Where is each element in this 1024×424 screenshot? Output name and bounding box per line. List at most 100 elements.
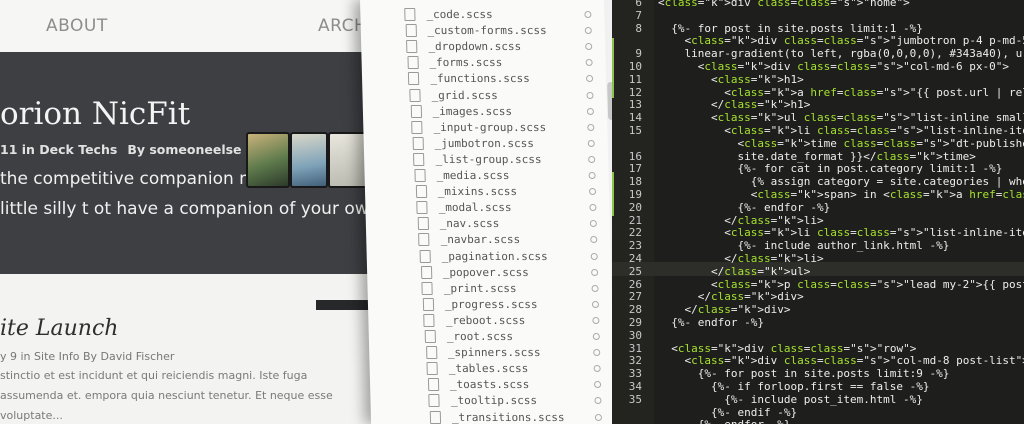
file-name: _forms.scss (429, 56, 503, 70)
code-line[interactable]: <class="k">div class=class="s">"col-md-8… (658, 354, 1024, 367)
file-name: _media.scss (436, 169, 510, 182)
code-line[interactable]: {%- endfor -%} (658, 201, 830, 214)
code-line[interactable]: </class="k">h1> (658, 98, 810, 111)
file-tree-item[interactable]: _input-group.scss (363, 119, 625, 136)
file-name: _nav.scss (439, 217, 500, 231)
file-tree-item[interactable]: _spinners.scss (369, 344, 631, 361)
file-tree-sidebar: _code.scss _custom-forms.scss _dropdown.sc… (360, 0, 634, 424)
file-tree-item[interactable]: _progress.scss (368, 296, 630, 313)
file-tree-item[interactable]: _forms.scss (361, 54, 623, 71)
file-name: _tooltip.scss (450, 394, 538, 408)
code-line[interactable]: <class="k">div class=class="s">"col-md-6… (658, 60, 1009, 73)
file-tree-item[interactable]: _dropdown.scss (361, 38, 623, 55)
code-line[interactable]: {%- endif -%} (658, 406, 797, 419)
file-icon (413, 152, 425, 166)
file-tree-item[interactable]: _transitions.scss (371, 409, 633, 424)
file-icon (418, 233, 430, 247)
code-line[interactable]: <class="k">span> in <class="k">a href=cl… (658, 188, 1024, 201)
code-line[interactable]: <class="k">li class=class="s">"list-inli… (658, 226, 1024, 239)
code-line[interactable]: <class="k">p class=class="s">"lead my-2"… (658, 278, 1024, 291)
file-status-dot (594, 397, 602, 405)
file-icon (410, 104, 422, 118)
code-line[interactable]: {%- for post in site.posts limit:1 -%} (658, 22, 923, 35)
featured-post-author[interactable]: By someoneelse (127, 142, 241, 157)
code-line[interactable]: <class="k">h1> (658, 73, 804, 86)
code-line[interactable]: {%- endfor -%} (658, 418, 791, 424)
code-line[interactable]: <class="k">div class=class="s">"jumbotro… (658, 34, 1024, 47)
code-line[interactable]: <class="k">ul class=class="s">"list-inli… (658, 111, 1024, 124)
file-name: _custom-forms.scss (427, 24, 547, 38)
code-line[interactable]: <class="k">div class=class="s">"home"> (658, 0, 910, 9)
code-line[interactable]: </class="k">div> (658, 290, 804, 303)
file-status-dot (590, 252, 598, 260)
code-line[interactable]: {%- for cat in post.category limit:1 -%} (658, 162, 1002, 175)
file-tree-item[interactable]: _print.scss (367, 280, 629, 297)
line-number: 16 (628, 149, 642, 163)
file-tree-item[interactable]: _jumbotron.scss (364, 135, 626, 152)
file-icon (409, 88, 421, 102)
file-tree-item[interactable]: _functions.scss (362, 70, 624, 87)
file-tree-item[interactable]: _code.scss (360, 6, 622, 23)
file-tree-item[interactable]: _pagination.scss (366, 248, 628, 265)
code-line[interactable]: </class="k">div> (658, 303, 790, 316)
code-line[interactable]: {%- include author_link.html -%} (658, 239, 949, 252)
file-name: _mixins.scss (437, 185, 518, 199)
file-tree-item[interactable]: _tooltip.scss (370, 392, 632, 409)
file-tree-item[interactable]: _custom-forms.scss (361, 22, 623, 39)
code-line[interactable]: <class="k">li class=class="s">"list-inli… (658, 124, 1024, 137)
file-tree-item[interactable]: _grid.scss (362, 87, 624, 104)
code-line[interactable]: </class="k">ul> (658, 265, 810, 278)
code-line[interactable]: <class="k">time class=class="s">"dt-publ… (658, 137, 1024, 150)
file-tree-item[interactable]: _reboot.scss (368, 312, 630, 329)
line-number: 12 (628, 85, 642, 99)
file-status-dot (591, 300, 600, 308)
file-tree-item[interactable]: _tables.scss (369, 360, 631, 377)
file-tree-item[interactable]: _images.scss (363, 103, 625, 120)
file-name: _toasts.scss (449, 378, 530, 392)
line-number: 27 (628, 290, 642, 304)
code-line[interactable]: linear-gradient(to left, rgba(0,0,0,0), … (658, 47, 1024, 60)
file-tree-item[interactable]: _nav.scss (366, 215, 628, 232)
line-number: 8 (635, 21, 642, 35)
file-tree-item[interactable]: _media.scss (364, 167, 626, 184)
file-name: _pagination.scss (441, 249, 548, 263)
file-tree-item[interactable]: _list-group.scss (364, 151, 626, 168)
file-status-dot (587, 139, 595, 147)
code-line[interactable]: <class="k">a href=class="s">"{{ post.url… (658, 86, 1024, 99)
code-line[interactable]: <class="k">div class=class="s">"row"> (658, 342, 916, 355)
line-number: 18 (628, 175, 642, 189)
file-icon (428, 394, 441, 408)
file-status-dot (588, 172, 596, 179)
code-line[interactable]: {%- endfor -%} (658, 316, 764, 329)
code-line[interactable]: </class="k">li> (658, 252, 823, 265)
code-line[interactable]: {% assign category = site.categories | w… (658, 175, 1024, 188)
code-line[interactable]: {%- include post_item.html -%} (658, 393, 923, 406)
file-tree-item[interactable]: _popover.scss (367, 264, 629, 281)
line-number: 29 (628, 316, 642, 329)
file-tree-item[interactable]: _navbar.scss (366, 231, 628, 248)
file-tree-item[interactable]: _toasts.scss (370, 376, 632, 393)
featured-post-meta: 11 in Deck Techs By someoneelse (0, 142, 242, 157)
post-title[interactable]: ite Launch (0, 316, 118, 341)
code-line[interactable]: site.date_format }}</class="k">time> (658, 150, 975, 163)
git-change-marker (612, 38, 614, 98)
file-name: _dropdown.scss (428, 40, 522, 54)
code-editor[interactable]: 6 7 8 9 10 11 12 13 14 15 16 17 18 19 20 21 22 23 24 25 26 27… (612, 0, 1024, 424)
file-icon (411, 120, 423, 134)
nav-link-about[interactable]: ABOUT (46, 16, 108, 36)
featured-post-title[interactable]: orion NicFit (0, 96, 190, 132)
line-number: 35 (628, 392, 642, 406)
file-tree-item[interactable]: _mixins.scss (365, 183, 627, 200)
post-meta: y 9 in Site Info By David Fischer (0, 350, 175, 363)
featured-post-jumbotron: orion NicFit 11 in Deck Techs By someonee… (0, 52, 420, 310)
file-icon (429, 410, 442, 424)
file-status-dot (584, 11, 592, 18)
code-line[interactable]: {%- for post in site.posts limit:9 -%} (658, 367, 950, 380)
file-tree-item[interactable]: _modal.scss (365, 199, 627, 216)
line-number: 17 (628, 162, 642, 176)
code-line[interactable]: </class="k">li> (658, 214, 823, 227)
code-line[interactable]: {%- if forloop.first == false -%} (658, 380, 930, 393)
file-name: _images.scss (432, 104, 513, 118)
file-icon (419, 249, 431, 263)
file-tree-item[interactable]: _root.scss (369, 328, 631, 345)
